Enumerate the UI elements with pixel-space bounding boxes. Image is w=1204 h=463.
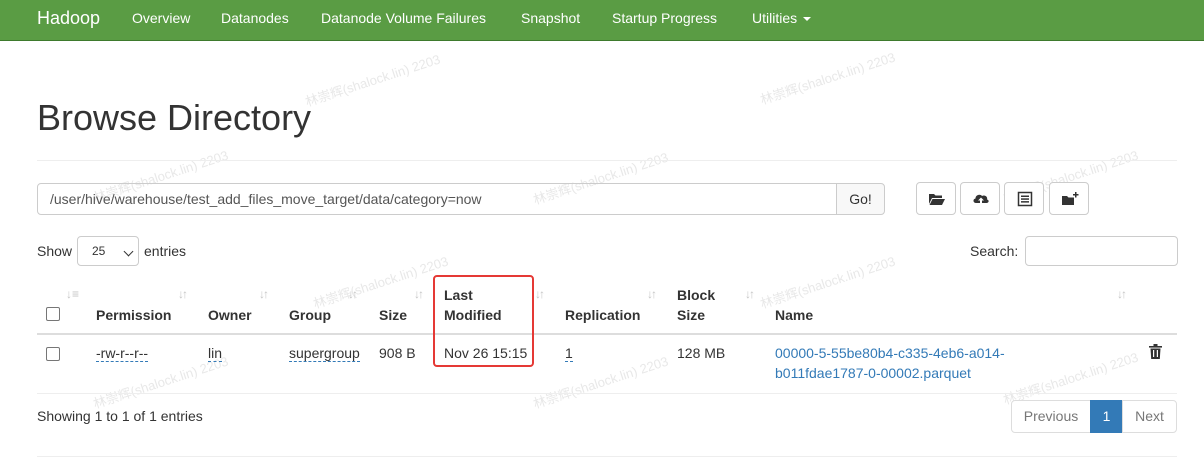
sort-icon[interactable]: ↓↑: [745, 287, 755, 301]
browse-directory-button[interactable]: [916, 182, 956, 215]
sort-icon[interactable]: ↓↑: [1117, 287, 1127, 301]
row-checkbox[interactable]: [46, 347, 60, 361]
column-header-name[interactable]: Name: [775, 305, 813, 325]
table-row-divider: [37, 393, 1177, 394]
brand-link[interactable]: Hadoop: [37, 8, 100, 29]
file-name-link[interactable]: 00000-5-55be80b4-c335-4eb6-a014- b011fda…: [775, 343, 1005, 383]
replication-cell[interactable]: 1: [565, 345, 573, 362]
sort-icon[interactable]: ↓↑: [178, 287, 188, 301]
watermark: 林崇辉(shalock.lin) 2203: [758, 49, 898, 108]
column-header-size[interactable]: Size: [379, 305, 407, 325]
cloud-upload-icon: [973, 194, 989, 205]
file-name-line1: 00000-5-55be80b4-c335-4eb6-a014-: [775, 345, 1005, 361]
upload-file-button[interactable]: [960, 182, 1000, 215]
column-header-block-size-line2[interactable]: Size: [677, 305, 705, 325]
nav-overview[interactable]: Overview: [132, 10, 190, 26]
watermark: 林崇辉(shalock.lin) 2203: [311, 253, 451, 312]
sort-icon[interactable]: ↓↑: [259, 287, 269, 301]
list-view-button[interactable]: [1004, 182, 1044, 215]
folder-plus-icon: [1062, 192, 1079, 205]
caret-down-icon: [803, 17, 812, 22]
last-modified-highlight-box: [433, 275, 534, 367]
go-button[interactable]: Go!: [836, 183, 885, 215]
previous-page-button[interactable]: Previous: [1011, 400, 1091, 433]
sort-desc-icon[interactable]: ↓≡: [66, 287, 79, 301]
directory-path-input[interactable]: /user/hive/warehouse/test_add_files_move…: [37, 183, 837, 215]
next-page-button[interactable]: Next: [1122, 400, 1177, 433]
search-input[interactable]: [1025, 236, 1178, 266]
nav-utilities-label: Utilities: [752, 10, 798, 26]
file-name-line2: b011fdae1787-0-00002.parquet: [775, 365, 971, 381]
entries-label: entries: [144, 243, 187, 259]
table-header-divider: [37, 333, 1177, 335]
sort-icon[interactable]: ↓↑: [414, 287, 424, 301]
watermark: 林崇辉(shalock.lin) 2203: [758, 253, 898, 312]
title-divider: [37, 160, 1177, 161]
column-header-group[interactable]: Group: [289, 305, 331, 325]
page-length-select[interactable]: 25: [77, 236, 139, 266]
sort-icon[interactable]: ↓↑: [348, 287, 358, 301]
nav-startup-progress[interactable]: Startup Progress: [612, 10, 717, 26]
nav-datanode-volume-failures[interactable]: Datanode Volume Failures: [321, 10, 486, 26]
nav-snapshot[interactable]: Snapshot: [521, 10, 580, 26]
nav-utilities-dropdown[interactable]: Utilities: [752, 10, 812, 26]
search-label: Search:: [970, 243, 1019, 259]
top-navbar: Hadoop Overview Datanodes Datanode Volum…: [0, 0, 1204, 41]
column-header-block-size-line1[interactable]: Block: [677, 285, 715, 305]
watermark: 林崇辉(shalock.lin) 2203: [531, 353, 671, 412]
folder-open-icon: [929, 194, 945, 205]
trash-icon[interactable]: [1149, 344, 1162, 359]
create-directory-button[interactable]: [1049, 182, 1089, 215]
sort-icon[interactable]: ↓↑: [535, 287, 545, 301]
watermark: 林崇辉(shalock.lin) 2203: [303, 51, 443, 110]
block-size-cell: 128 MB: [677, 345, 726, 361]
size-cell: 908 B: [379, 345, 416, 361]
sort-icon[interactable]: ↓↑: [647, 287, 657, 301]
page-1-button[interactable]: 1: [1090, 400, 1123, 433]
show-label: Show: [37, 243, 73, 259]
permission-cell[interactable]: -rw-r--r--: [96, 345, 149, 362]
group-cell[interactable]: supergroup: [289, 345, 360, 362]
chevron-down-icon: [123, 246, 134, 257]
nav-datanodes[interactable]: Datanodes: [221, 10, 289, 26]
column-header-replication[interactable]: Replication: [565, 305, 640, 325]
list-icon: [1017, 191, 1033, 207]
owner-cell[interactable]: lin: [208, 345, 223, 362]
table-info: Showing 1 to 1 of 1 entries: [37, 408, 203, 424]
column-header-permission[interactable]: Permission: [96, 305, 171, 325]
column-header-owner[interactable]: Owner: [208, 305, 252, 325]
page-length-value: 25: [92, 244, 106, 258]
select-all-checkbox[interactable]: [46, 307, 60, 321]
page-title: Browse Directory: [37, 97, 312, 138]
footer-divider: [37, 456, 1177, 457]
